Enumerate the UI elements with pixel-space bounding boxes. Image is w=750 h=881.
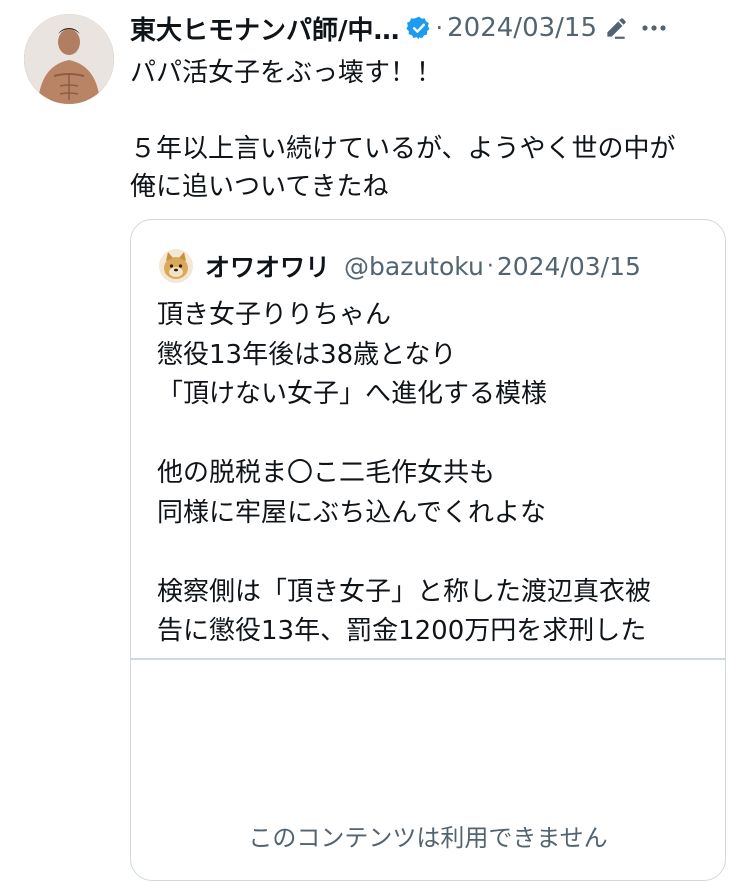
quoted-header-separator: · — [486, 253, 494, 279]
quoted-tweet[interactable]: オワオワリ @bazutoku · 2024/03/15 頂き女子りりちゃん 懲… — [130, 219, 726, 881]
tweet-text: パパ活女子をぶっ壊す！！ ５年以上言い続けているが、ようやく世の中が 俺に追いつ… — [130, 54, 735, 206]
quote-text-line: 懲役13年後は38歳となり — [157, 339, 457, 370]
header-separator: · — [435, 14, 444, 42]
quoted-tweet-date[interactable]: 2024/03/15 — [497, 252, 641, 281]
verified-badge-icon[interactable] — [405, 15, 432, 41]
more-options-icon[interactable] — [639, 15, 669, 41]
quote-text-line: 他の脱税ま〇こ二毛作女共も — [157, 458, 496, 488]
avatar-image — [24, 14, 114, 104]
quote-text-line: 「頂けない女子」へ進化する模様 — [157, 379, 548, 409]
quoted-tweet-header: オワオワリ @bazutoku · 2024/03/15 — [159, 248, 641, 284]
tweet-text-line: ５年以上言い続けているが、ようやく世の中が — [130, 134, 676, 164]
quote-text-line: 告に懲役13年、罰金1200万円を求刑した — [157, 616, 647, 646]
quote-text-line: 同様に牢屋にぶち込んでくれよな — [157, 497, 546, 528]
tweet-header: 東大ヒモナンパ師/中… · 2024/03/15 — [130, 10, 735, 46]
quote-text-line: 頂き女子りりちゃん — [157, 300, 392, 330]
tweet-text-line: パパ活女子をぶっ壊す！！ — [130, 58, 443, 88]
tweet-date[interactable]: 2024/03/15 — [447, 13, 597, 43]
quoted-author-handle[interactable]: @bazutoku — [344, 252, 484, 281]
media-unavailable-notice: このコンテンツは利用できません — [248, 824, 608, 852]
doge-avatar-image — [159, 249, 193, 283]
author-avatar[interactable] — [24, 14, 114, 104]
quoted-author-avatar[interactable] — [159, 249, 193, 283]
edited-pencil-icon[interactable] — [603, 15, 629, 41]
tweet-text-line: 俺に追いついてきたね — [130, 172, 389, 202]
quoted-author-name[interactable]: オワオワリ — [205, 248, 330, 284]
author-name[interactable]: 東大ヒモナンパ師/中… — [130, 10, 400, 47]
media-divider — [131, 658, 725, 660]
quote-text-line: 検察側は「頂き女子」と称した渡辺真衣被 — [157, 576, 652, 607]
quoted-tweet-text: 頂き女子りりちゃん 懲役13年後は38歳となり 「頂けない女子」へ進化する模様 … — [157, 296, 702, 652]
tweet: 東大ヒモナンパ師/中… · 2024/03/15 パパ活女子をぶっ壊す！！ ５年… — [0, 0, 750, 881]
